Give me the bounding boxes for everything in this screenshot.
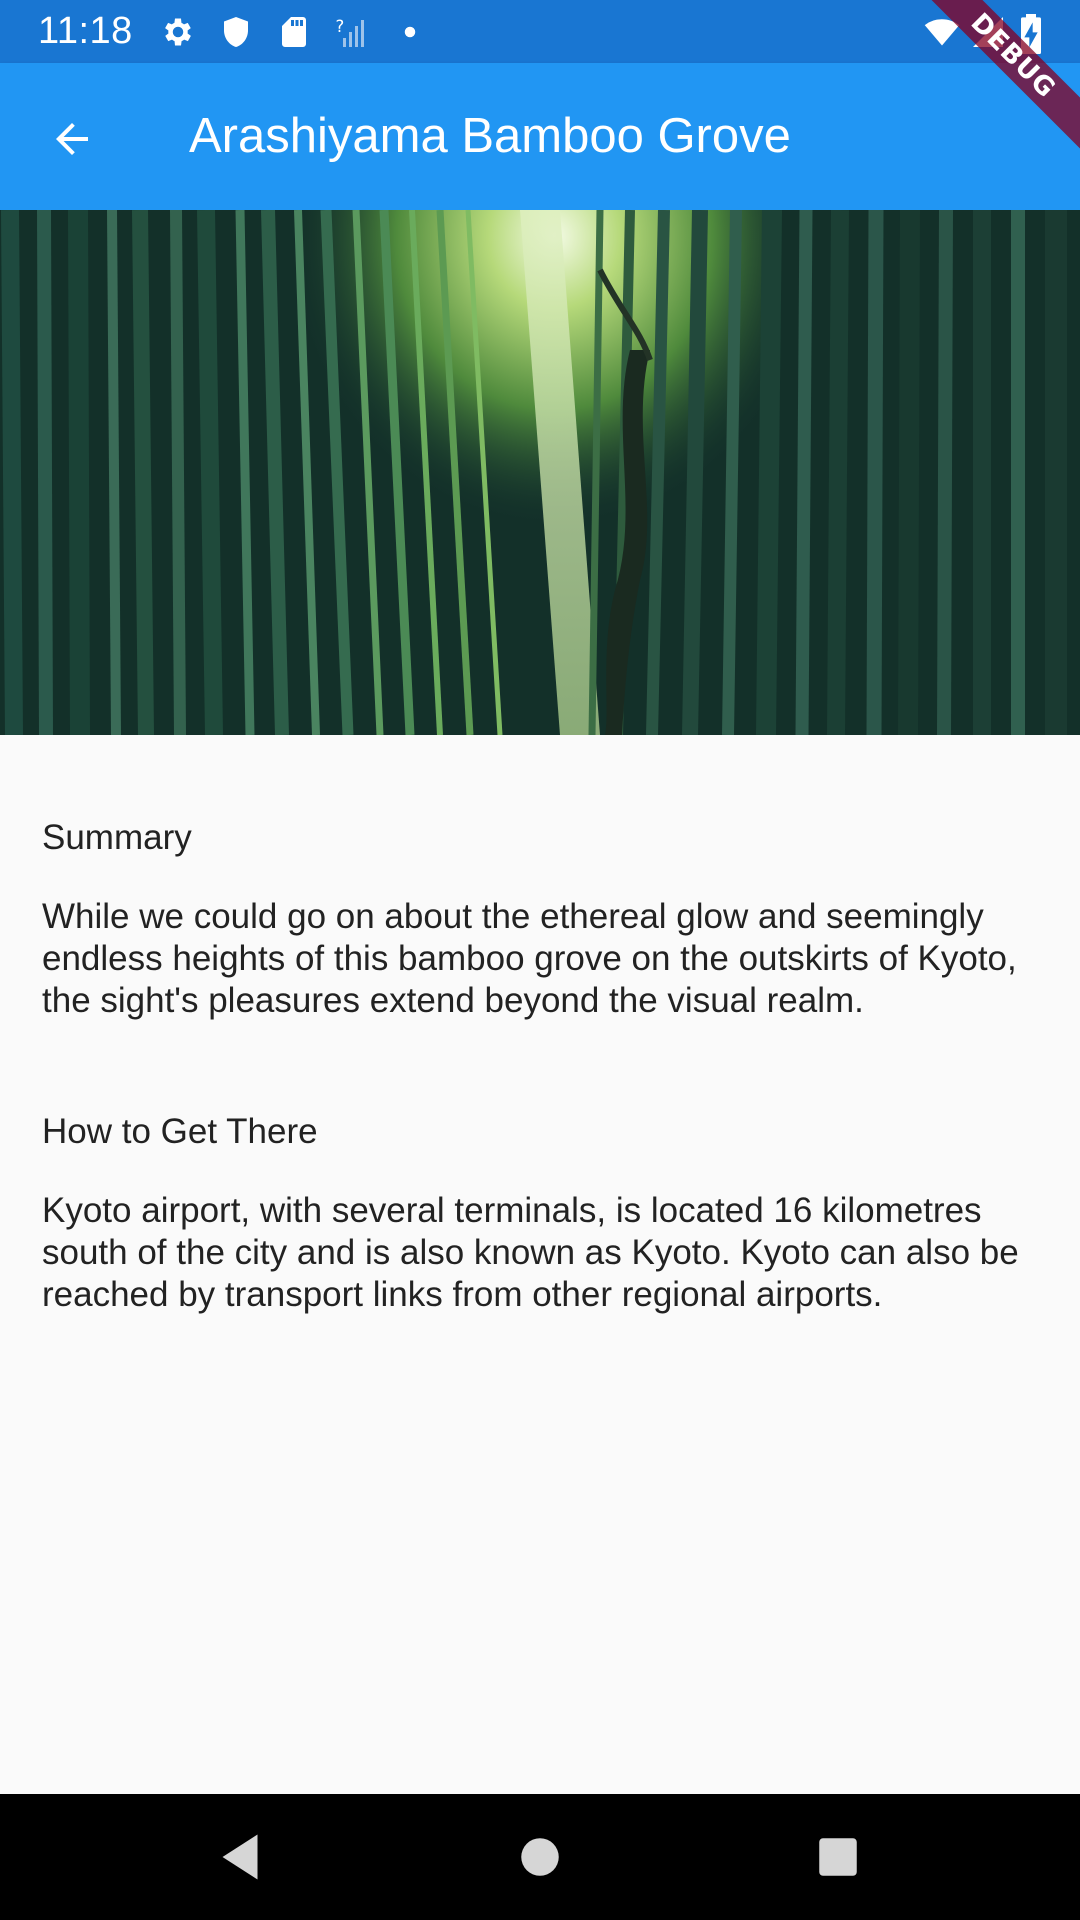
section-text: While we could go on about the ethereal …	[42, 897, 1017, 1020]
section-heading: How to Get There	[42, 1112, 318, 1151]
home-circle-icon	[510, 1838, 570, 1891]
app-bar: Arashiyama Bamboo Grove	[0, 63, 1080, 210]
back-button[interactable]	[30, 99, 114, 183]
nav-home-button[interactable]	[510, 1827, 570, 1887]
status-bar: 11:18 ?	[0, 0, 1080, 63]
content: Summary While we could go on about the e…	[42, 780, 1042, 1316]
wifi-icon	[922, 14, 960, 50]
section-text: Kyoto airport, with several terminals, i…	[42, 1191, 1019, 1314]
cell-signal-icon	[970, 14, 1006, 50]
nav-back-button[interactable]	[210, 1827, 270, 1887]
dot-icon	[392, 14, 428, 50]
back-triangle-icon	[210, 1834, 270, 1891]
system-nav-bar	[0, 1794, 1080, 1920]
battery-charging-icon	[1016, 14, 1052, 54]
summary-section: Summary While we could go on about the e…	[42, 780, 1042, 1022]
status-time: 11:18	[38, 10, 133, 52]
sd-card-icon	[276, 14, 312, 50]
section-heading: Summary	[42, 818, 192, 857]
directions-section: How to Get There Kyoto airport, with sev…	[42, 1074, 1042, 1316]
svg-text:?: ?	[336, 17, 345, 36]
arrow-back-icon	[48, 115, 96, 168]
hero-image	[0, 210, 1080, 735]
no-signal-icon: ?	[334, 14, 370, 50]
shield-icon	[218, 14, 254, 50]
settings-icon	[160, 14, 196, 50]
recents-square-icon	[808, 1838, 868, 1891]
nav-recents-button[interactable]	[808, 1827, 868, 1887]
page-title: Arashiyama Bamboo Grove	[189, 109, 791, 163]
